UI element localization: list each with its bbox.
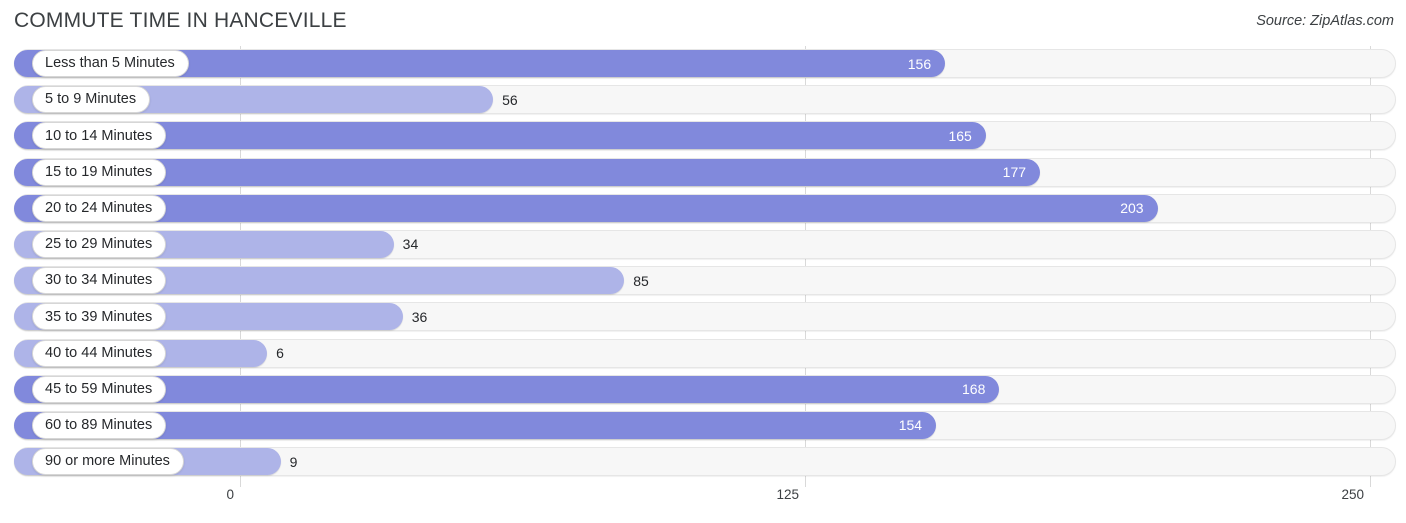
bar-value-label: 165 [948, 127, 972, 144]
bar-label-pill[interactable]: 40 to 44 Minutes [32, 339, 167, 367]
bar-label-text: 30 to 34 Minutes [45, 272, 153, 289]
bar-label-pill[interactable]: 35 to 39 Minutes [32, 303, 167, 331]
chart-row[interactable]: 35 to 39 Minutes 36 [0, 299, 1406, 335]
bar-label-pill[interactable]: 10 to 14 Minutes [32, 122, 167, 150]
chart-row[interactable]: 5 to 9 Minutes 56 [0, 82, 1406, 118]
bar-label-text: 20 to 24 Minutes [45, 200, 153, 216]
bar-value-label: 6 [276, 345, 284, 361]
bar-label-pill[interactable]: 5 to 9 Minutes [32, 86, 151, 114]
bar-label-pill[interactable]: 25 to 29 Minutes [32, 230, 167, 258]
bar-label-text: 45 to 59 Minutes [45, 380, 153, 397]
bar-label-text: 10 to 14 Minutes [45, 127, 153, 144]
bar-value-label: 168 [962, 381, 986, 398]
chart-row[interactable]: 20 to 24 Minutes 203 [0, 191, 1406, 227]
bar-value-label: 9 [289, 453, 298, 470]
chart-row[interactable]: 25 to 29 Minutes 34 [0, 227, 1406, 263]
bar-value-label: 203 [1120, 200, 1144, 217]
x-axis-tick: 0 [226, 487, 234, 502]
bar-value-label: 36 [411, 308, 428, 325]
bar-value-label: 154 [898, 417, 923, 434]
bar-value-label: 156 [907, 55, 932, 72]
bar-label-text: Less than 5 Minutes [45, 55, 175, 72]
bar-label-text: 90 or more Minutes [45, 453, 170, 470]
chart-plot-area: Less than 5 Minutes 156 5 to 9 Minutes 56 10… [0, 46, 1406, 488]
bar-label-text: 60 to 89 Minutes [45, 417, 153, 434]
page-title: COMMUTE TIME IN HANCEVILLE [14, 9, 347, 32]
bar-label-pill[interactable]: 45 to 59 Minutes [32, 375, 167, 403]
chart-row[interactable]: 40 to 44 Minutes 6 [0, 336, 1406, 372]
chart-row[interactable]: 90 or more Minutes 9 [0, 444, 1406, 480]
bar-label-text: 35 to 39 Minutes [45, 308, 153, 325]
bar-label-text: 15 to 19 Minutes [45, 163, 153, 180]
chart-row[interactable]: 15 to 19 Minutes 177 [0, 155, 1406, 191]
bar-label-pill[interactable]: 15 to 19 Minutes [32, 158, 167, 186]
bar-label-pill[interactable]: 30 to 34 Minutes [32, 267, 167, 295]
bar-label-text: 25 to 29 Minutes [45, 236, 153, 253]
chart-row[interactable]: 60 to 89 Minutes 154 [0, 408, 1406, 444]
bar-label-pill[interactable]: 90 or more Minutes [32, 448, 184, 476]
bar-value-label: 34 [402, 236, 419, 253]
x-axis: 0 125 250 [0, 487, 1406, 523]
bar[interactable] [14, 158, 1041, 186]
bar-value-label: 177 [1002, 164, 1027, 181]
bar-value-label: 85 [633, 272, 649, 289]
chart-row[interactable]: 10 to 14 Minutes 165 [0, 118, 1406, 154]
bar-label-pill[interactable]: Less than 5 Minutes [32, 50, 189, 77]
source-attribution: Source: ZipAtlas.com [1256, 13, 1394, 29]
chart-row[interactable]: Less than 5 Minutes 156 [0, 46, 1406, 82]
chart-header: COMMUTE TIME IN HANCEVILLE Source: ZipAt… [0, 0, 1406, 46]
chart-row[interactable]: 45 to 59 Minutes 168 [0, 372, 1406, 408]
bar-label-pill[interactable]: 60 to 89 Minutes [32, 411, 167, 439]
chart-bar-rows: Less than 5 Minutes 156 5 to 9 Minutes 56 10… [0, 46, 1406, 480]
bar-label-text: 40 to 44 Minutes [45, 344, 153, 361]
chart-row[interactable]: 30 to 34 Minutes 85 [0, 263, 1406, 299]
x-axis-tick: 250 [1341, 487, 1364, 502]
x-axis-tick: 125 [776, 487, 799, 502]
bar-label-pill[interactable]: 20 to 24 Minutes [32, 194, 167, 222]
bar-value-label: 56 [502, 91, 518, 108]
bar[interactable] [14, 194, 1158, 222]
bar-label-text: 5 to 9 Minutes [45, 91, 137, 108]
